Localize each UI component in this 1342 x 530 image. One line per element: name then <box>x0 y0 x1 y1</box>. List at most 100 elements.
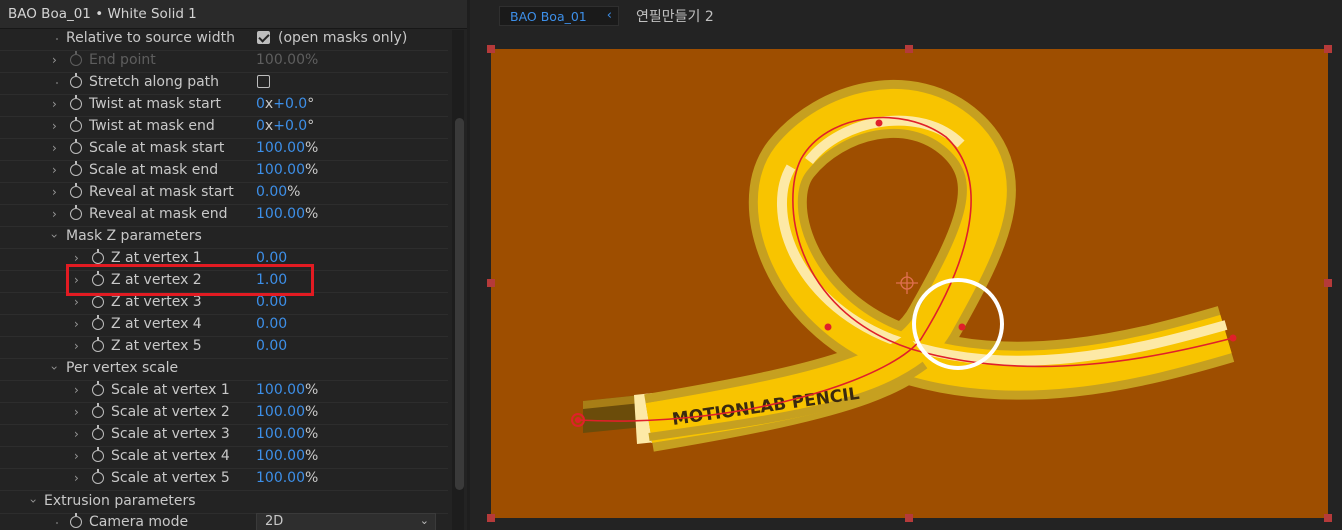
property-value[interactable]: 100.00% <box>256 162 318 178</box>
property-label: Scale at mask end <box>89 162 219 178</box>
property-row-relative-to-source-width: Relative to source width (open masks onl… <box>0 28 448 51</box>
property-value[interactable]: 100.00% <box>256 448 318 464</box>
chevron-right-icon[interactable]: › <box>74 471 79 485</box>
chevron-right-icon[interactable]: › <box>74 427 79 441</box>
stopwatch-icon[interactable] <box>92 469 104 484</box>
layer-handle[interactable] <box>1324 279 1332 287</box>
property-row-scale-at-vertex-4: › Scale at vertex 4 100.00% <box>0 446 448 469</box>
camera-mode-dropdown[interactable]: 2D ⌄ <box>256 513 436 530</box>
chevron-right-icon[interactable]: › <box>74 383 79 397</box>
chevron-right-icon[interactable]: › <box>52 185 57 199</box>
property-label: Scale at vertex 5 <box>111 470 230 486</box>
stopwatch-icon[interactable] <box>70 161 82 176</box>
property-row-scale-at-mask-end: › Scale at mask end 100.00% <box>0 160 448 183</box>
chevron-right-icon[interactable]: › <box>52 53 57 67</box>
property-label: Scale at vertex 2 <box>111 404 230 420</box>
stopwatch-icon[interactable] <box>70 117 82 132</box>
chevron-right-icon[interactable]: › <box>74 251 79 265</box>
mask-vertex[interactable] <box>824 323 832 331</box>
indent-dot <box>56 82 58 84</box>
property-value[interactable]: 100.00% <box>256 426 318 442</box>
chevron-right-icon[interactable]: › <box>52 119 57 133</box>
chevron-right-icon[interactable]: › <box>74 405 79 419</box>
group-row-extrusion-parameters[interactable]: › Extrusion parameters <box>0 491 448 514</box>
property-label: Camera mode <box>89 514 189 530</box>
effect-controls-panel: BAO Boa_01 • White Solid 1 Relative to s… <box>0 0 467 530</box>
stopwatch-icon[interactable] <box>92 249 104 264</box>
stopwatch-icon[interactable] <box>70 95 82 110</box>
mask-vertex[interactable] <box>875 119 883 127</box>
property-label: Reveal at mask start <box>89 184 234 200</box>
tab-pencil-comp[interactable]: 연필만들기 2 <box>636 6 714 26</box>
chevron-right-icon[interactable]: › <box>52 141 57 155</box>
canvas-artwork: MOTIONLAB PENCIL <box>491 49 1328 518</box>
chevron-down-icon: ⌄ <box>419 514 429 527</box>
tab-bao-boa-01[interactable]: BAO Boa_01 ‹ <box>499 6 619 26</box>
layer-handle[interactable] <box>905 514 913 522</box>
property-label: Relative to source width <box>66 30 235 46</box>
property-value[interactable]: 0.00 <box>256 294 287 310</box>
checkbox-text: (open masks only) <box>278 30 408 46</box>
stopwatch-icon[interactable] <box>70 205 82 220</box>
property-label: Z at vertex 4 <box>111 316 202 332</box>
composition-canvas[interactable]: MOTIONLAB PENCIL <box>487 45 1332 522</box>
stopwatch-icon[interactable] <box>92 425 104 440</box>
highlight-box <box>66 264 314 296</box>
property-row-scale-at-vertex-1: › Scale at vertex 1 100.00% <box>0 380 448 403</box>
property-value: 100.00% <box>256 52 319 68</box>
stopwatch-icon[interactable] <box>92 315 104 330</box>
property-value[interactable]: 100.00% <box>256 470 318 486</box>
layer-handle[interactable] <box>905 45 913 53</box>
chevron-right-icon[interactable]: › <box>52 97 57 111</box>
stopwatch-icon[interactable] <box>92 381 104 396</box>
chevron-down-icon[interactable]: › <box>47 366 61 371</box>
chevron-right-icon[interactable]: › <box>52 163 57 177</box>
mask-vertex-end[interactable] <box>1229 334 1237 342</box>
property-row-twist-at-mask-start: › Twist at mask start 0x+0.0° <box>0 94 448 117</box>
stopwatch-icon[interactable] <box>92 293 104 308</box>
property-row-reveal-at-mask-start: › Reveal at mask start 0.00% <box>0 182 448 205</box>
stopwatch-icon[interactable] <box>70 513 82 528</box>
property-value[interactable]: 0x+0.0° <box>256 96 314 112</box>
chevron-right-icon[interactable]: › <box>74 449 79 463</box>
relative-width-checkbox[interactable] <box>257 31 270 44</box>
stretch-along-path-checkbox[interactable] <box>257 75 270 88</box>
chevron-down-icon[interactable]: › <box>47 234 61 239</box>
stopwatch-icon[interactable] <box>70 183 82 198</box>
stopwatch-icon[interactable] <box>92 403 104 418</box>
stopwatch-icon[interactable] <box>92 337 104 352</box>
chevron-right-icon[interactable]: › <box>74 339 79 353</box>
property-value[interactable]: 100.00% <box>256 140 318 156</box>
chevron-right-icon[interactable]: › <box>52 207 57 221</box>
property-value[interactable]: 0x+0.0° <box>256 118 314 134</box>
property-value[interactable]: 0.00% <box>256 184 300 200</box>
property-label: Twist at mask end <box>89 118 215 134</box>
stopwatch-icon[interactable] <box>70 139 82 154</box>
panel-title-bar: BAO Boa_01 • White Solid 1 <box>0 0 467 29</box>
property-label: Twist at mask start <box>89 96 222 112</box>
property-value[interactable]: 100.00% <box>256 404 318 420</box>
property-value[interactable]: 0.00 <box>256 338 287 354</box>
chevron-right-icon[interactable]: › <box>74 295 79 309</box>
chevron-left-icon[interactable]: ‹ <box>607 8 612 23</box>
stopwatch-icon[interactable] <box>70 51 82 66</box>
group-row-per-vertex-scale[interactable]: › Per vertex scale <box>0 358 448 381</box>
chevron-right-icon[interactable]: › <box>74 317 79 331</box>
property-label: Scale at vertex 3 <box>111 426 230 442</box>
property-value[interactable]: 100.00% <box>256 206 318 222</box>
layer-handle[interactable] <box>487 514 495 522</box>
mask-vertex-2[interactable] <box>958 323 966 331</box>
group-row-mask-z-parameters[interactable]: › Mask Z parameters <box>0 226 448 249</box>
stopwatch-icon[interactable] <box>92 447 104 462</box>
chevron-down-icon[interactable]: › <box>26 499 40 504</box>
layer-handle[interactable] <box>1324 45 1332 53</box>
property-value[interactable]: 100.00% <box>256 382 318 398</box>
layer-handle[interactable] <box>1324 514 1332 522</box>
layer-handle[interactable] <box>487 45 495 53</box>
layer-handle[interactable] <box>487 279 495 287</box>
property-value[interactable]: 0.00 <box>256 316 287 332</box>
stopwatch-icon[interactable] <box>70 73 82 88</box>
composition-tab-bar: BAO Boa_01 ‹ 연필만들기 2 <box>470 0 1342 32</box>
scrollbar-thumb[interactable] <box>455 118 464 490</box>
mask-vertex-start-dot[interactable] <box>575 417 581 423</box>
